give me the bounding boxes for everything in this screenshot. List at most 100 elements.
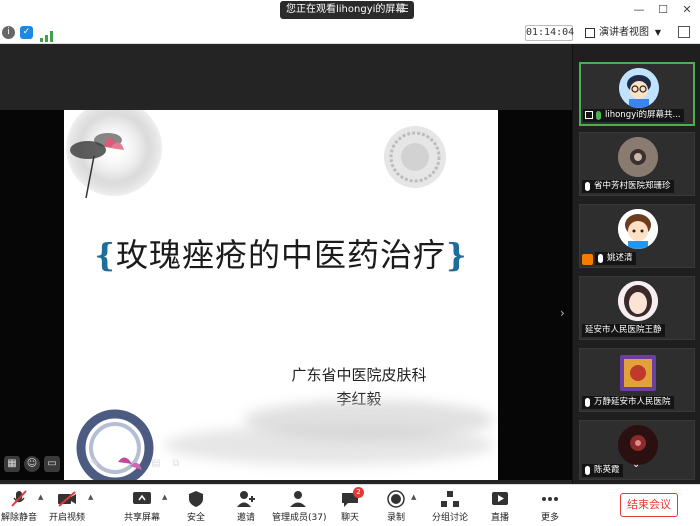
avatar [620,355,656,391]
shared-screen-area: {玫瑰痤疮的中医药治疗} 广东省中医院皮肤科 李红毅 ▦ ☺ ▭ ✎ ▤ ⧉ › [0,44,572,484]
participant-tile[interactable]: 陈英霞 ⌄ [579,420,695,480]
security-label: 安全 [186,513,205,523]
view-mode-label: 演讲者视图 [599,27,649,38]
microphone-muted-icon [9,490,29,508]
fullscreen-icon[interactable] [678,26,690,38]
close-icon[interactable]: ✕ [680,3,694,17]
record-label: 录制 [386,513,405,523]
slide-title-text: 玫瑰痤疮的中医药治疗 [115,236,446,274]
screen-share-icon [585,111,593,119]
menu-icon[interactable]: ☰ [400,1,409,19]
breakout-rooms-button[interactable]: 分组讨论 [430,488,470,524]
share-options-caret-icon[interactable]: ▲ [162,493,167,501]
participant-name-label: 姚述清 [595,252,636,265]
avatar [618,137,658,177]
participant-tile[interactable]: lihongyi的屏幕共... [579,62,695,126]
avatar [618,281,658,321]
status-bar: i ✓ 01:14:04 演讲者视图 ▼ [0,22,700,44]
participant-name: 延安市人民医院王静 [585,325,662,335]
participant-name-label: lihongyi的屏幕共... [583,109,684,122]
live-icon [490,490,510,508]
presentation-slide: {玫瑰痤疮的中医药治疗} 广东省中医院皮肤科 李红毅 [64,110,498,480]
audio-options-caret-icon[interactable]: ▲ [38,493,43,501]
share-screen-button[interactable]: 共享屏幕 [124,488,160,524]
microphone-icon [585,398,590,407]
start-video-label: 开启视频 [48,513,85,523]
microphone-icon [585,466,590,475]
title-bar: 您正在观看lihongyi的屏幕 ☰ — ☐ ✕ [0,0,700,22]
chevron-right-icon[interactable]: › [560,306,565,320]
meeting-timer: 01:14:04 [525,25,574,41]
shield-icon [186,490,206,508]
unmute-label: 解除静音 [0,513,37,523]
live-stream-button[interactable]: 直播 [486,488,514,524]
camera-off-icon [57,490,77,508]
add-user-icon [236,490,256,508]
maximize-icon[interactable]: ☐ [656,3,670,17]
chat-icon: 2 [340,487,364,508]
manage-members-label: 管理成员(37) [272,513,327,523]
unmute-button[interactable]: 解除静音 [0,488,38,524]
chevron-down-icon: ▼ [654,28,661,37]
start-video-button[interactable]: 开启视频 [48,488,86,524]
participant-name: 陈英霞 [594,465,620,475]
slide-title: {玫瑰痤疮的中医药治疗} [64,230,498,276]
captions-icon[interactable]: ▭ [44,456,60,472]
view-mode-button[interactable]: 演讲者视图 ▼ [583,25,665,41]
participant-tile[interactable]: 延安市人民医院王静 [579,276,695,340]
avatar [618,209,658,249]
participant-panel: lihongyi的屏幕共... 省中芳村医院郑珊珍 姚述清 延安市人民医院王静 … [572,44,700,484]
info-icon[interactable]: i [2,26,15,39]
participant-name: 万静延安市人民医院 [594,397,671,407]
participant-name-label: 万静延安市人民医院 [582,396,674,409]
layout-icon[interactable]: ▦ [4,456,20,472]
emoji-icon[interactable]: ☺ [24,456,40,472]
host-badge-icon [582,254,593,265]
manage-members-button[interactable]: 管理成员(37) [272,488,327,524]
mist-decoration [164,425,494,465]
participant-tile[interactable]: 省中芳村医院郑珊珍 [579,132,695,196]
comment-icon[interactable]: ▤ [148,456,164,472]
chevron-down-icon[interactable]: ⌄ [632,459,640,470]
ink-circle-image [76,409,154,480]
breakout-label: 分组讨论 [431,513,468,523]
grid-icon [585,28,595,38]
participant-name-label: 陈英霞 [582,464,623,477]
viewing-indicator[interactable]: 您正在观看lihongyi的屏幕 ☰ [280,1,414,19]
share-screen-icon [132,490,152,508]
chat-button[interactable]: 2 聊天 [336,487,364,524]
chat-label: 聊天 [340,513,359,523]
more-dots-icon [540,490,560,508]
minimize-icon[interactable]: — [632,3,646,17]
participant-tile[interactable]: 姚述清 [579,204,695,268]
participant-name-label: 省中芳村医院郑珊珍 [582,180,674,193]
shield-icon[interactable]: ✓ [20,26,33,39]
security-button[interactable]: 安全 [182,488,210,524]
signal-icon[interactable] [40,27,53,42]
share-screen-label: 共享屏幕 [124,513,161,523]
participant-name: 姚述清 [607,253,633,263]
members-icon [288,490,308,508]
ink-lotus-image [66,110,162,199]
viewing-text: 您正在观看lihongyi的屏幕 [286,4,406,15]
end-meeting-button[interactable]: 结束会议 [620,493,678,517]
participant-name: 省中芳村医院郑珊珍 [594,181,671,191]
screenshot-icon[interactable]: ⧉ [168,456,184,472]
microphone-icon [598,254,603,263]
meeting-toolbar: 解除静音 ▲ 开启视频 ▲ 共享屏幕 ▲ 安全 邀请 管理成员(37) 2 聊天… [0,484,700,526]
seal-image [384,126,446,188]
more-button[interactable]: 更多 [536,488,564,524]
record-options-caret-icon[interactable]: ▲ [411,493,416,501]
microphone-icon [585,182,590,191]
record-button[interactable]: 录制 [382,488,410,524]
participant-tile[interactable]: 万静延安市人民医院 [579,348,695,412]
slide-organization: 广东省中医院皮肤科 [291,366,427,384]
title-bracket-left: { [94,236,116,274]
microphone-icon [596,111,601,120]
more-label: 更多 [540,513,559,523]
invite-button[interactable]: 邀请 [232,488,260,524]
pen-icon[interactable]: ✎ [86,456,102,472]
video-options-caret-icon[interactable]: ▲ [88,493,93,501]
breakout-icon [440,490,460,508]
live-label: 直播 [490,513,509,523]
